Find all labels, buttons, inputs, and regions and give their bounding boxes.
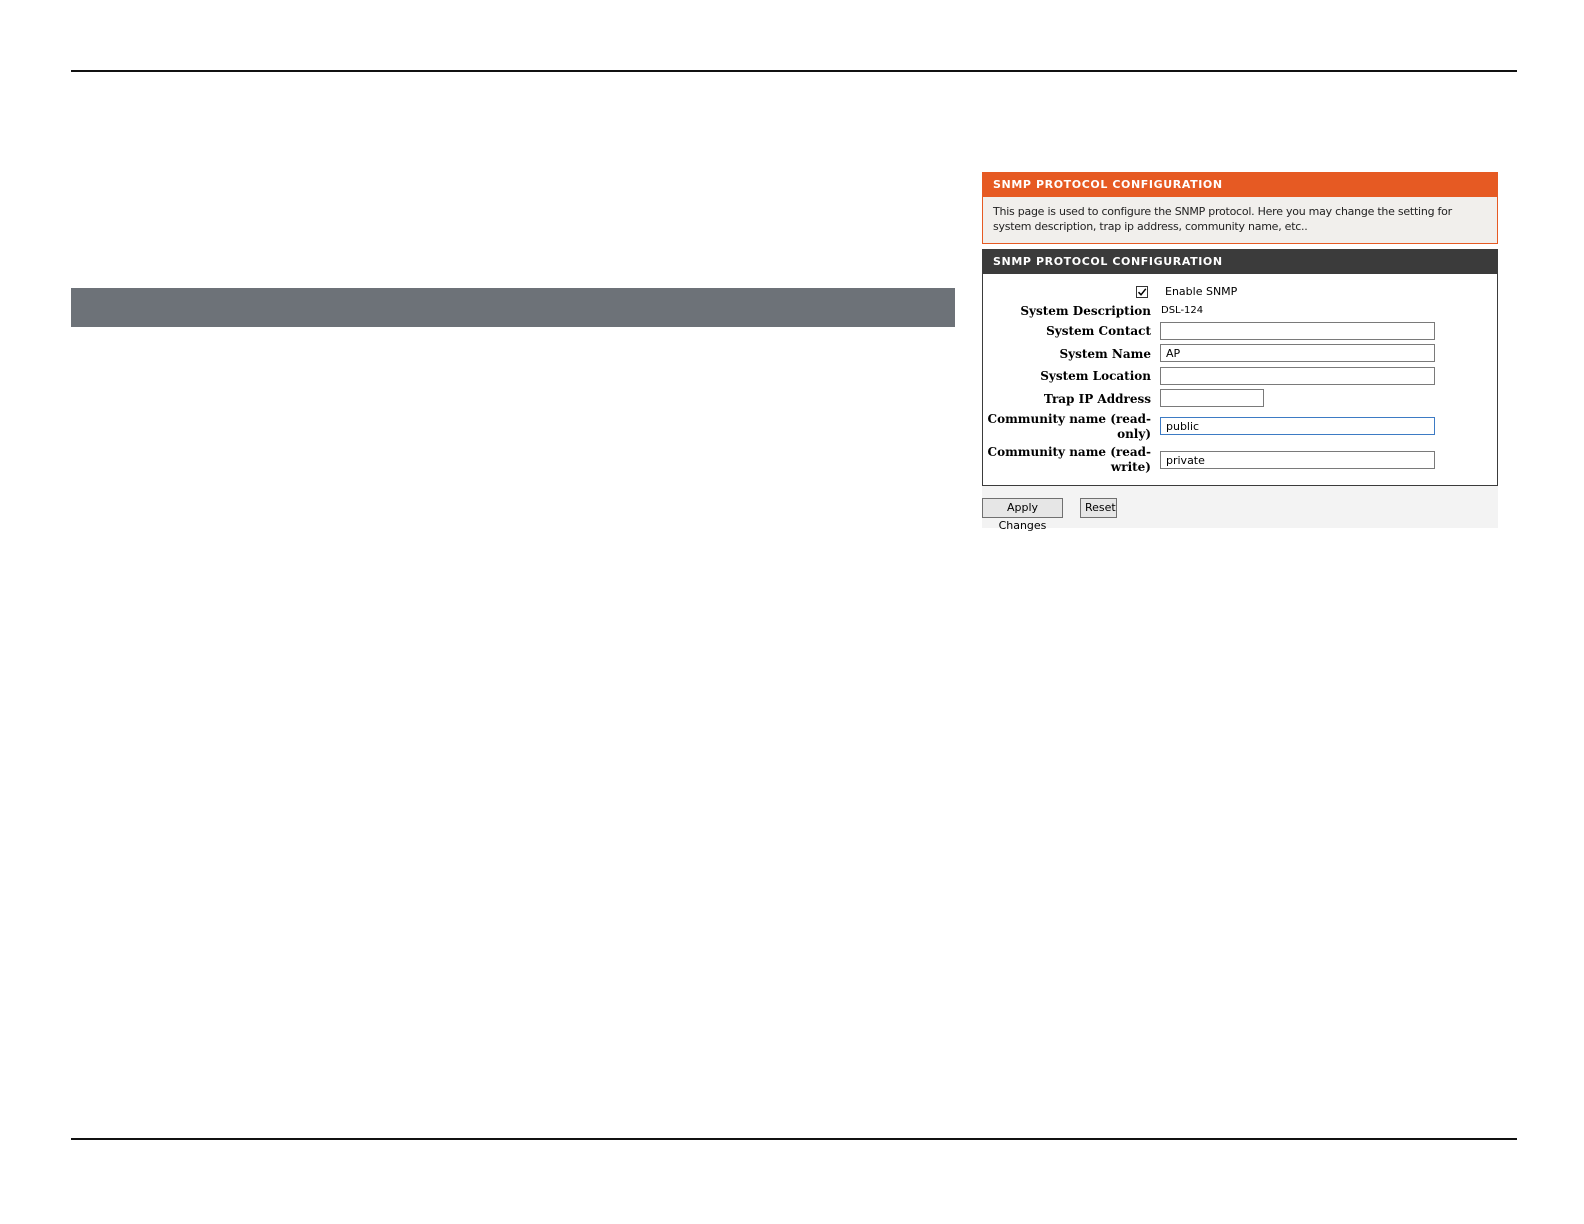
checkmark-icon xyxy=(1137,288,1147,296)
apply-changes-button[interactable]: Apply Changes xyxy=(982,498,1063,532)
system-location-input[interactable] xyxy=(1160,367,1435,385)
info-header: SNMP PROTOCOL CONFIGURATION xyxy=(982,172,1498,197)
enable-snmp-checkbox[interactable] xyxy=(1136,286,1148,298)
system-description-label: System Description xyxy=(1020,304,1151,318)
system-name-label: System Name xyxy=(1059,347,1151,361)
system-description-value: DSL-124 xyxy=(1161,305,1204,316)
bottom-divider xyxy=(71,1138,1517,1140)
section-bar xyxy=(71,288,955,327)
snmp-config-panel: SNMP PROTOCOL CONFIGURATION This page is… xyxy=(982,172,1498,532)
enable-snmp-label: Enable SNMP xyxy=(1165,285,1238,298)
system-location-label: System Location xyxy=(1040,369,1151,383)
form-header: SNMP PROTOCOL CONFIGURATION xyxy=(982,249,1498,274)
community-ro-input[interactable] xyxy=(1160,417,1435,435)
community-rw-input[interactable] xyxy=(1160,451,1435,469)
system-contact-input[interactable] xyxy=(1160,322,1435,340)
reset-button[interactable]: Reset xyxy=(1080,498,1117,518)
system-name-input[interactable] xyxy=(1160,344,1435,362)
trap-ip-input[interactable] xyxy=(1160,389,1264,407)
community-ro-label: Community name (read- only) xyxy=(987,412,1151,441)
community-rw-label: Community name (read- write) xyxy=(987,445,1151,474)
info-description: This page is used to configure the SNMP … xyxy=(982,197,1498,244)
top-divider xyxy=(71,70,1517,72)
snmp-form: Enable SNMP System Description DSL-124 S… xyxy=(982,274,1498,486)
system-contact-label: System Contact xyxy=(1046,324,1151,338)
button-bar: Apply Changes Reset xyxy=(982,486,1498,532)
trap-ip-label: Trap IP Address xyxy=(1043,392,1151,406)
